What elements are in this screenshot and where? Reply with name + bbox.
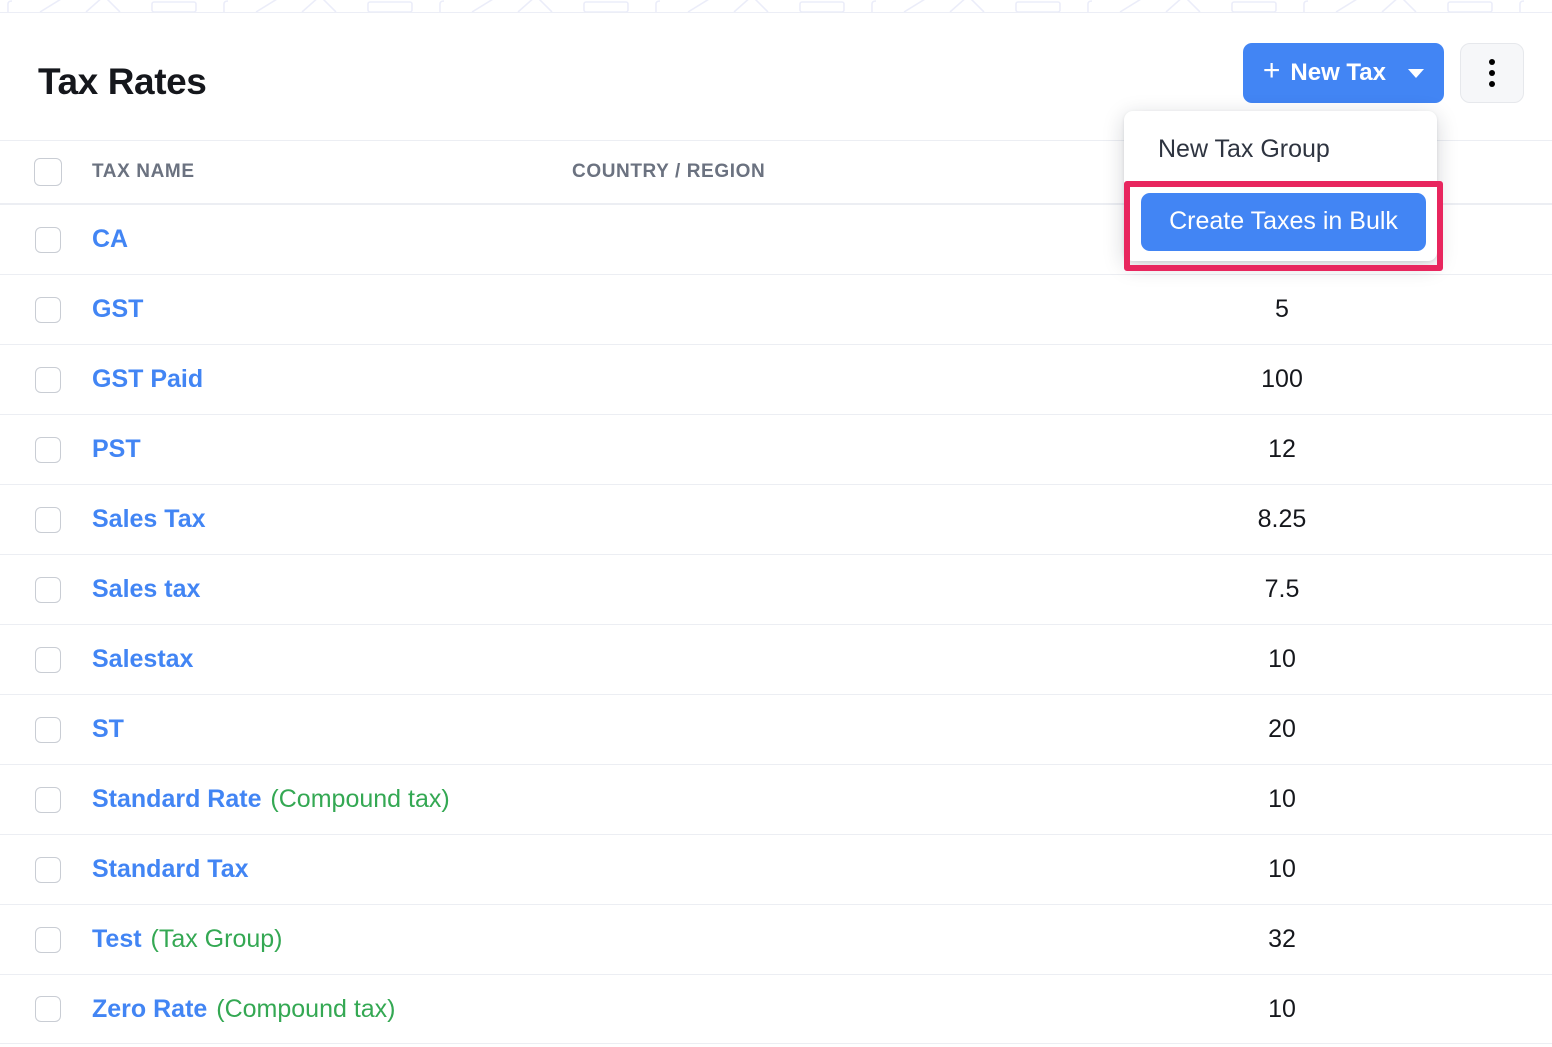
tax-name-link[interactable]: GST Paid (92, 365, 572, 394)
row-select-cell (0, 787, 92, 813)
table-row[interactable]: PST 12 (0, 414, 1552, 484)
rate-cell: 7.5 (1132, 575, 1432, 604)
chevron-down-icon[interactable] (1408, 69, 1424, 78)
row-checkbox[interactable] (35, 297, 61, 323)
row-checkbox[interactable] (35, 367, 61, 393)
tax-type-label: (Compound tax) (209, 995, 395, 1023)
rate-cell: 5 (1132, 295, 1432, 324)
rate-cell: 8.25 (1132, 505, 1432, 534)
column-header-tax-name[interactable]: TAX NAME (92, 161, 572, 183)
rate-cell: 10 (1132, 645, 1432, 674)
row-select-cell (0, 996, 92, 1022)
table-body: CAGST5GST Paid100PST12Sales Tax8.25Sales… (0, 204, 1552, 1044)
tax-name-link[interactable]: Zero Rate (Compound tax) (92, 995, 572, 1024)
tax-rates-table: TAX NAME COUNTRY / REGION R CAGST5GST Pa… (0, 140, 1552, 1044)
column-header-country-region[interactable]: COUNTRY / REGION (572, 161, 1132, 183)
tax-rates-page: Tax Rates + New Tax TAX NAME COUNTRY / R… (0, 0, 1552, 1047)
tax-name-link[interactable]: Standard Rate (Compound tax) (92, 785, 572, 814)
new-tax-button[interactable]: + New Tax (1243, 43, 1444, 103)
more-options-button[interactable] (1460, 43, 1524, 103)
tax-type-label: (Tax Group) (144, 925, 283, 953)
row-checkbox[interactable] (35, 787, 61, 813)
table-row[interactable]: ST 20 (0, 694, 1552, 764)
new-tax-button-label: New Tax (1290, 59, 1386, 87)
plus-icon: + (1263, 56, 1281, 86)
row-checkbox[interactable] (35, 996, 61, 1022)
rate-cell: 20 (1132, 715, 1432, 744)
row-checkbox[interactable] (35, 437, 61, 463)
row-select-cell (0, 367, 92, 393)
table-row[interactable]: Standard Tax 10 (0, 834, 1552, 904)
row-checkbox[interactable] (35, 577, 61, 603)
table-row[interactable]: Standard Rate (Compound tax) 10 (0, 764, 1552, 834)
more-vertical-icon (1489, 59, 1495, 65)
tax-name-link[interactable]: ST (92, 715, 572, 744)
page-title: Tax Rates (38, 63, 206, 100)
table-row[interactable]: Zero Rate (Compound tax) 10 (0, 974, 1552, 1044)
decorative-pattern-strip (0, 0, 1552, 12)
tax-name-link[interactable]: Standard Tax (92, 855, 572, 884)
row-checkbox[interactable] (35, 647, 61, 673)
row-select-cell (0, 507, 92, 533)
tax-name-link[interactable]: CA (92, 225, 572, 254)
row-checkbox[interactable] (35, 717, 61, 743)
row-select-cell (0, 857, 92, 883)
tax-name-link[interactable]: Test (Tax Group) (92, 925, 572, 954)
rate-cell: 10 (1132, 785, 1432, 814)
rate-cell: 32 (1132, 925, 1432, 954)
more-vertical-icon (1489, 70, 1495, 76)
row-select-cell (0, 227, 92, 253)
tax-name-link[interactable]: GST (92, 295, 572, 324)
row-select-cell (0, 297, 92, 323)
row-checkbox[interactable] (35, 227, 61, 253)
menu-item-create-taxes-in-bulk[interactable]: Create Taxes in Bulk (1141, 193, 1426, 251)
row-select-cell (0, 437, 92, 463)
table-row[interactable]: Salestax 10 (0, 624, 1552, 694)
rate-cell: 10 (1132, 855, 1432, 884)
menu-item-new-tax-group[interactable]: New Tax Group (1124, 111, 1437, 184)
rate-cell: 12 (1132, 435, 1432, 464)
more-vertical-icon (1489, 81, 1495, 87)
tax-name-link[interactable]: Sales tax (92, 575, 572, 604)
table-row[interactable]: Sales tax 7.5 (0, 554, 1552, 624)
tax-name-link[interactable]: Salestax (92, 645, 572, 674)
select-all-checkbox[interactable] (34, 158, 62, 186)
tax-name-link[interactable]: PST (92, 435, 572, 464)
select-all-cell (0, 158, 92, 186)
table-row[interactable]: Test (Tax Group) 32 (0, 904, 1552, 974)
rate-cell: 10 (1132, 995, 1432, 1024)
row-select-cell (0, 717, 92, 743)
row-select-cell (0, 927, 92, 953)
tax-name-link[interactable]: Sales Tax (92, 505, 572, 534)
rate-cell: 100 (1132, 365, 1432, 394)
menu-item-create-taxes-in-bulk-wrap: Create Taxes in Bulk (1124, 184, 1437, 261)
table-row[interactable]: Sales Tax 8.25 (0, 484, 1552, 554)
row-checkbox[interactable] (35, 507, 61, 533)
row-checkbox[interactable] (35, 927, 61, 953)
row-select-cell (0, 577, 92, 603)
row-checkbox[interactable] (35, 857, 61, 883)
table-row[interactable]: GST Paid 100 (0, 344, 1552, 414)
tax-type-label: (Compound tax) (263, 785, 449, 813)
row-select-cell (0, 647, 92, 673)
table-row[interactable]: GST 5 (0, 274, 1552, 344)
new-tax-dropdown-menu: New Tax Group Create Taxes in Bulk (1124, 111, 1437, 261)
header-actions: + New Tax (1243, 43, 1524, 103)
